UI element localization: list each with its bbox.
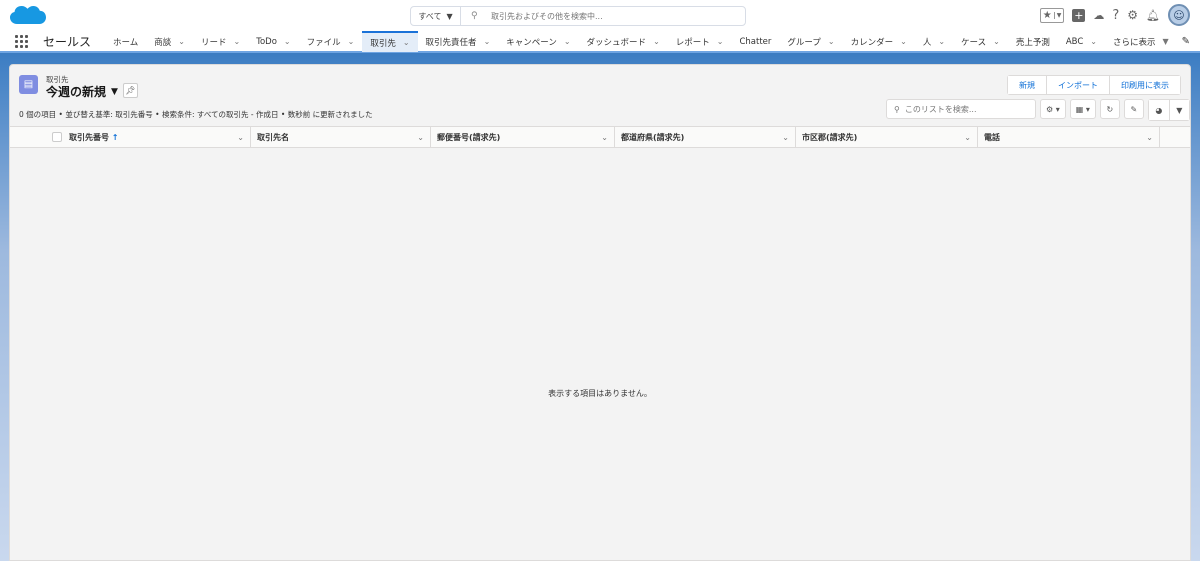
nav-more[interactable]: さらに表示 ▼	[1105, 31, 1177, 52]
filter-button[interactable]: ▼	[1168, 100, 1189, 120]
chevron-down-icon[interactable]: ⌄	[1146, 133, 1153, 142]
nav-tab-15[interactable]: 売上予測	[1008, 31, 1058, 52]
chevron-down-icon[interactable]: ⌄	[782, 133, 789, 142]
chevron-down-icon[interactable]: ⌄	[178, 37, 185, 46]
empty-message: 表示する項目はありません。	[548, 389, 652, 398]
edit-nav-icon[interactable]: ✎	[1182, 36, 1190, 47]
chevron-down-icon[interactable]: ⌄	[284, 37, 291, 46]
help-icon[interactable]: ?	[1112, 8, 1119, 23]
global-search[interactable]: すべて ▼ ⚲	[410, 6, 746, 26]
chevron-down-icon[interactable]: ⌄	[900, 37, 907, 46]
import-button[interactable]: インポート	[1046, 76, 1109, 94]
nav-tab-5[interactable]: 取引先 ⌄	[362, 31, 418, 52]
gear-icon[interactable]: ⚙	[1127, 8, 1138, 22]
chevron-down-icon[interactable]: ⌄	[993, 37, 1000, 46]
search-icon: ⚲	[894, 104, 900, 114]
caret-down-icon: ▼	[446, 11, 453, 21]
chevron-down-icon[interactable]: ⌄	[348, 37, 355, 46]
nav-tab-14[interactable]: ケース ⌄	[953, 31, 1008, 52]
caret-down-icon: ▼	[111, 86, 118, 97]
chevron-down-icon[interactable]: ⌄	[237, 133, 244, 142]
app-launcher-icon[interactable]	[15, 34, 29, 49]
sort-ascending-icon: ↑	[111, 132, 119, 142]
select-all-checkbox[interactable]	[51, 132, 62, 142]
chevron-down-icon[interactable]: ⌄	[234, 37, 241, 46]
chevron-down-icon[interactable]: ⌄	[417, 133, 424, 142]
new-button[interactable]: 新規	[1008, 76, 1046, 94]
column-header[interactable]: 取引先番号 ↑ ⌄	[63, 127, 251, 147]
chevron-down-icon[interactable]: ⌄	[484, 37, 491, 46]
table-header: 取引先番号 ↑ ⌄ 取引先名 ⌄ 郵便番号(請求先) ⌄ 都道府県(請求先) ⌄ 市区郡(請求先…	[10, 126, 1190, 148]
nav-tab-1[interactable]: 商談 ⌄	[146, 31, 193, 52]
chevron-down-icon[interactable]: ⌄	[964, 133, 971, 142]
nav-tab-4[interactable]: ファイル ⌄	[299, 31, 363, 52]
refresh-button[interactable]: ↻	[1099, 99, 1120, 119]
list-settings-button[interactable]: ⚙ ▾	[1040, 99, 1066, 119]
caret-down-icon: ▼	[1162, 37, 1169, 46]
nav-tab-9[interactable]: レポート ⌄	[668, 31, 732, 52]
list-actions: 新規 インポート 印刷用に表示	[1007, 75, 1181, 95]
inline-edit-button[interactable]: ✎	[1123, 99, 1144, 119]
nav-tab-11[interactable]: グループ ⌄	[779, 31, 842, 52]
favorites-button[interactable]: ★ ▼	[1039, 7, 1065, 23]
caret-down-icon: ▼	[1053, 11, 1064, 19]
global-search-input[interactable]	[461, 7, 745, 25]
column-header[interactable]: 市区郡(請求先) ⌄	[796, 127, 978, 147]
refresh-icon: ↻	[1106, 104, 1114, 114]
chevron-down-icon[interactable]: ⌄	[1090, 37, 1097, 46]
printable-view-button[interactable]: 印刷用に表示	[1109, 76, 1180, 94]
pencil-icon: ✎	[1130, 104, 1138, 114]
column-header[interactable]: 都道府県(請求先) ⌄	[615, 127, 796, 147]
nav-tab-16[interactable]: ABC ⌄	[1058, 31, 1105, 52]
avatar[interactable]: ☺	[1168, 4, 1190, 26]
add-icon[interactable]: +	[1072, 8, 1086, 22]
chevron-down-icon[interactable]: ⌄	[653, 37, 660, 46]
global-header: すべて▼ ⚲ ★▼ + ☁ ? ⚙ 🔔︎ ☺	[0, 0, 1200, 32]
gear-icon: ⚙ ▾	[1046, 104, 1060, 114]
app-nav-bar: セールス ホーム 商談 ⌄ リード ⌄ ToDo ⌄ ファイル ⌄ 取引先 ⌄ 取引先責任者 ⌄ キャンペ…	[0, 31, 1200, 53]
pie-chart-icon: ◕	[1155, 105, 1163, 115]
list-search-input[interactable]: ⚲ このリストを検索...	[886, 99, 1036, 119]
nav-tab-13[interactable]: 人 ⌄	[915, 31, 953, 52]
chevron-down-icon[interactable]: ⌄	[601, 133, 608, 142]
nav-tab-0[interactable]: ホーム	[105, 31, 146, 52]
pin-button[interactable]: 📌︎	[123, 83, 138, 98]
list-meta-info: 0 個の項目 • 並び替え基準: 取引先番号 • 検索条件: すべての取引先 -…	[19, 110, 373, 119]
column-header[interactable]: 郵便番号(請求先) ⌄	[431, 127, 615, 147]
nav-tab-8[interactable]: ダッシュボード ⌄	[579, 31, 668, 52]
salesforce-logo[interactable]	[9, 4, 47, 28]
list-view-card: ▤ 取引先 今週の新規 ▼ 📌︎ 0 個の項目 • 並び替え基準: 取引先番号 •…	[9, 64, 1191, 561]
chevron-down-icon[interactable]: ⌄	[403, 38, 410, 47]
nav-tab-10[interactable]: Chatter	[731, 31, 779, 52]
nav-tab-7[interactable]: キャンペーン ⌄	[498, 31, 578, 52]
trailhead-icon[interactable]: ☁	[1093, 9, 1104, 22]
column-header[interactable]: 取引先名 ⌄	[251, 127, 431, 147]
star-icon: ★	[1042, 9, 1052, 21]
nav-tab-6[interactable]: 取引先責任者 ⌄	[418, 31, 499, 52]
nav-tab-2[interactable]: リード ⌄	[193, 31, 248, 52]
chevron-down-icon[interactable]: ⌄	[938, 37, 945, 46]
chevron-down-icon[interactable]: ⌄	[717, 37, 724, 46]
table-icon: ▦ ▾	[1075, 104, 1090, 114]
account-object-icon: ▤	[19, 75, 38, 94]
list-view-selector[interactable]: 今週の新規 ▼	[46, 83, 118, 100]
bell-icon[interactable]: 🔔︎	[1146, 9, 1160, 22]
chevron-down-icon[interactable]: ⌄	[828, 37, 835, 46]
pin-icon: 📌︎	[125, 86, 136, 95]
charts-button[interactable]: ◕	[1148, 100, 1169, 120]
filter-icon: ▼	[1176, 105, 1183, 115]
search-icon: ⚲	[471, 11, 478, 21]
display-as-button[interactable]: ▦ ▾	[1069, 99, 1096, 119]
column-header[interactable]: 電話 ⌄	[978, 127, 1160, 147]
nav-tab-3[interactable]: ToDo ⌄	[248, 31, 298, 52]
search-scope-dropdown[interactable]: すべて ▼	[411, 7, 461, 25]
nav-tab-12[interactable]: カレンダー ⌄	[843, 31, 915, 52]
app-name: セールス	[43, 35, 92, 49]
chevron-down-icon[interactable]: ⌄	[564, 37, 571, 46]
